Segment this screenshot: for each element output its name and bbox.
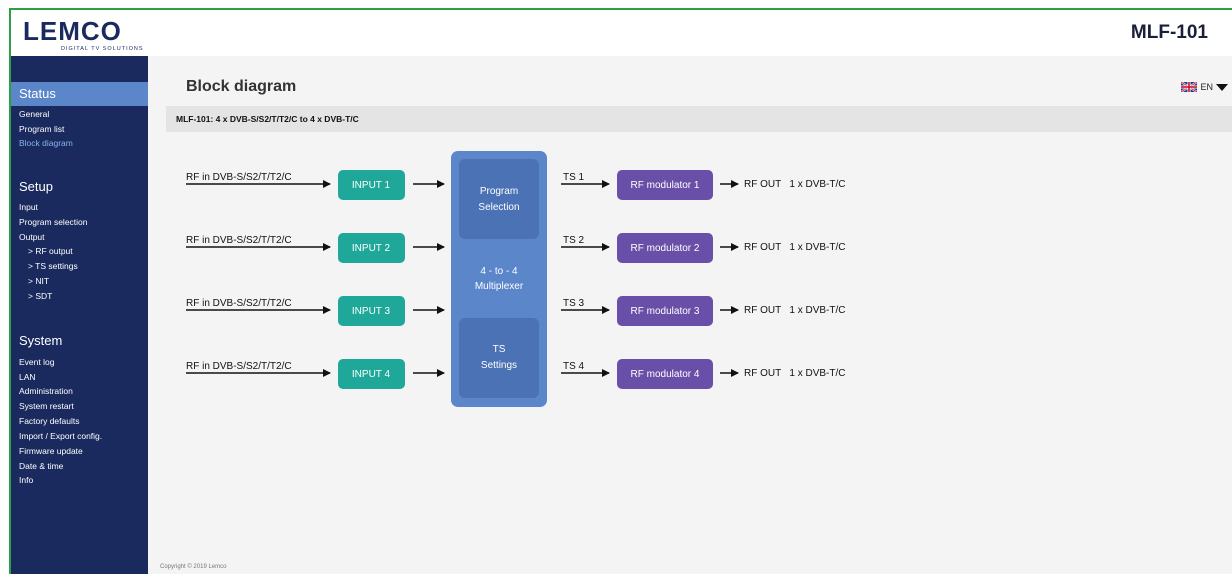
ts-label-1: TS 1 bbox=[563, 172, 585, 183]
sidebar-section-system[interactable]: System bbox=[11, 329, 148, 353]
input-label-2: INPUT 2 bbox=[352, 243, 391, 254]
sidebar-item-general[interactable]: General bbox=[19, 109, 49, 120]
ts-settings-line2: Settings bbox=[481, 360, 517, 371]
rf-modulator-label-3: RF modulator 3 bbox=[631, 306, 700, 317]
ts-settings-block[interactable] bbox=[459, 318, 539, 398]
sidebar-item-event-log[interactable]: Event log bbox=[19, 357, 54, 368]
input-label-1: INPUT 1 bbox=[352, 180, 391, 191]
app-frame: LEMCO DIGITAL TV SOLUTIONS MLF-101 Statu… bbox=[9, 8, 1232, 574]
rf-out-label-4: RF OUT 1 x DVB-T/C bbox=[744, 368, 846, 379]
rf-modulator-label-4: RF modulator 4 bbox=[631, 369, 700, 380]
input-label-3: INPUT 3 bbox=[352, 306, 391, 317]
ts-settings-line1: TS bbox=[493, 344, 506, 355]
logo-tagline: DIGITAL TV SOLUTIONS bbox=[61, 46, 144, 52]
multiplexer-line2: Multiplexer bbox=[475, 281, 524, 292]
rf-in-label-3: RF in DVB-S/S2/T/T2/C bbox=[186, 298, 292, 309]
block-diagram: RF in DVB-S/S2/T/T2/C INPUT 1 TS 1 RF modul… bbox=[186, 151, 846, 407]
model-name: MLF-101 bbox=[1130, 22, 1208, 43]
sidebar-item-date-time[interactable]: Date & time bbox=[19, 461, 63, 472]
sidebar-item-sdt[interactable]: > SDT bbox=[28, 291, 52, 302]
rf-in-label-2: RF in DVB-S/S2/T/T2/C bbox=[186, 235, 292, 246]
sidebar-item-output[interactable]: Output bbox=[19, 232, 45, 243]
rf-out-label-1: RF OUT 1 x DVB-T/C bbox=[744, 179, 846, 190]
rf-in-label-1: RF in DVB-S/S2/T/T2/C bbox=[186, 172, 292, 183]
ts-label-3: TS 3 bbox=[563, 298, 585, 309]
sidebar-section-setup[interactable]: Setup bbox=[11, 175, 148, 199]
multiplexer-line1: 4 - to - 4 bbox=[480, 266, 518, 277]
sidebar-item-administration[interactable]: Administration bbox=[19, 386, 73, 397]
lemco-logo: LEMCO DIGITAL TV SOLUTIONS bbox=[23, 18, 144, 52]
ts-label-2: TS 2 bbox=[563, 235, 585, 246]
sidebar-item-system-restart[interactable]: System restart bbox=[19, 401, 74, 412]
top-bar: LEMCO DIGITAL TV SOLUTIONS MLF-101 bbox=[11, 10, 1232, 56]
rf-modulator-label-2: RF modulator 2 bbox=[631, 243, 700, 254]
program-selection-block[interactable] bbox=[459, 159, 539, 239]
sidebar-item-input[interactable]: Input bbox=[19, 202, 38, 213]
sidebar-item-nit[interactable]: > NIT bbox=[28, 276, 49, 287]
main-content: Block diagram EN MLF-101: 4 x DVB-S/S2/T… bbox=[148, 56, 1232, 574]
input-label-4: INPUT 4 bbox=[352, 369, 391, 380]
sidebar-item-factory-defaults[interactable]: Factory defaults bbox=[19, 416, 79, 427]
sidebar-item-ts-settings[interactable]: > TS settings bbox=[28, 261, 78, 272]
rf-in-label-4: RF in DVB-S/S2/T/T2/C bbox=[186, 361, 292, 372]
sidebar-item-program-selection[interactable]: Program selection bbox=[19, 217, 88, 228]
program-selection-line2: Selection bbox=[478, 202, 519, 213]
sidebar: Status General Program list Block diagra… bbox=[11, 56, 148, 574]
sidebar-section-status[interactable]: Status bbox=[11, 82, 148, 106]
rf-modulator-label-1: RF modulator 1 bbox=[631, 180, 700, 191]
sidebar-item-info[interactable]: Info bbox=[19, 475, 33, 486]
rf-out-label-2: RF OUT 1 x DVB-T/C bbox=[744, 242, 846, 253]
logo-text: LEMCO bbox=[23, 18, 122, 46]
sidebar-item-firmware-update[interactable]: Firmware update bbox=[19, 446, 83, 457]
sidebar-item-program-list[interactable]: Program list bbox=[19, 124, 64, 135]
sidebar-item-rf-output[interactable]: > RF output bbox=[28, 246, 73, 257]
sidebar-item-lan[interactable]: LAN bbox=[19, 372, 36, 383]
sidebar-item-import-export[interactable]: Import / Export config. bbox=[19, 431, 102, 442]
ts-label-4: TS 4 bbox=[563, 361, 585, 372]
copyright: Copyright © 2019 Lemco bbox=[160, 564, 227, 570]
rf-out-label-3: RF OUT 1 x DVB-T/C bbox=[744, 305, 846, 316]
sidebar-item-block-diagram[interactable]: Block diagram bbox=[19, 138, 73, 149]
program-selection-line1: Program bbox=[480, 186, 518, 197]
